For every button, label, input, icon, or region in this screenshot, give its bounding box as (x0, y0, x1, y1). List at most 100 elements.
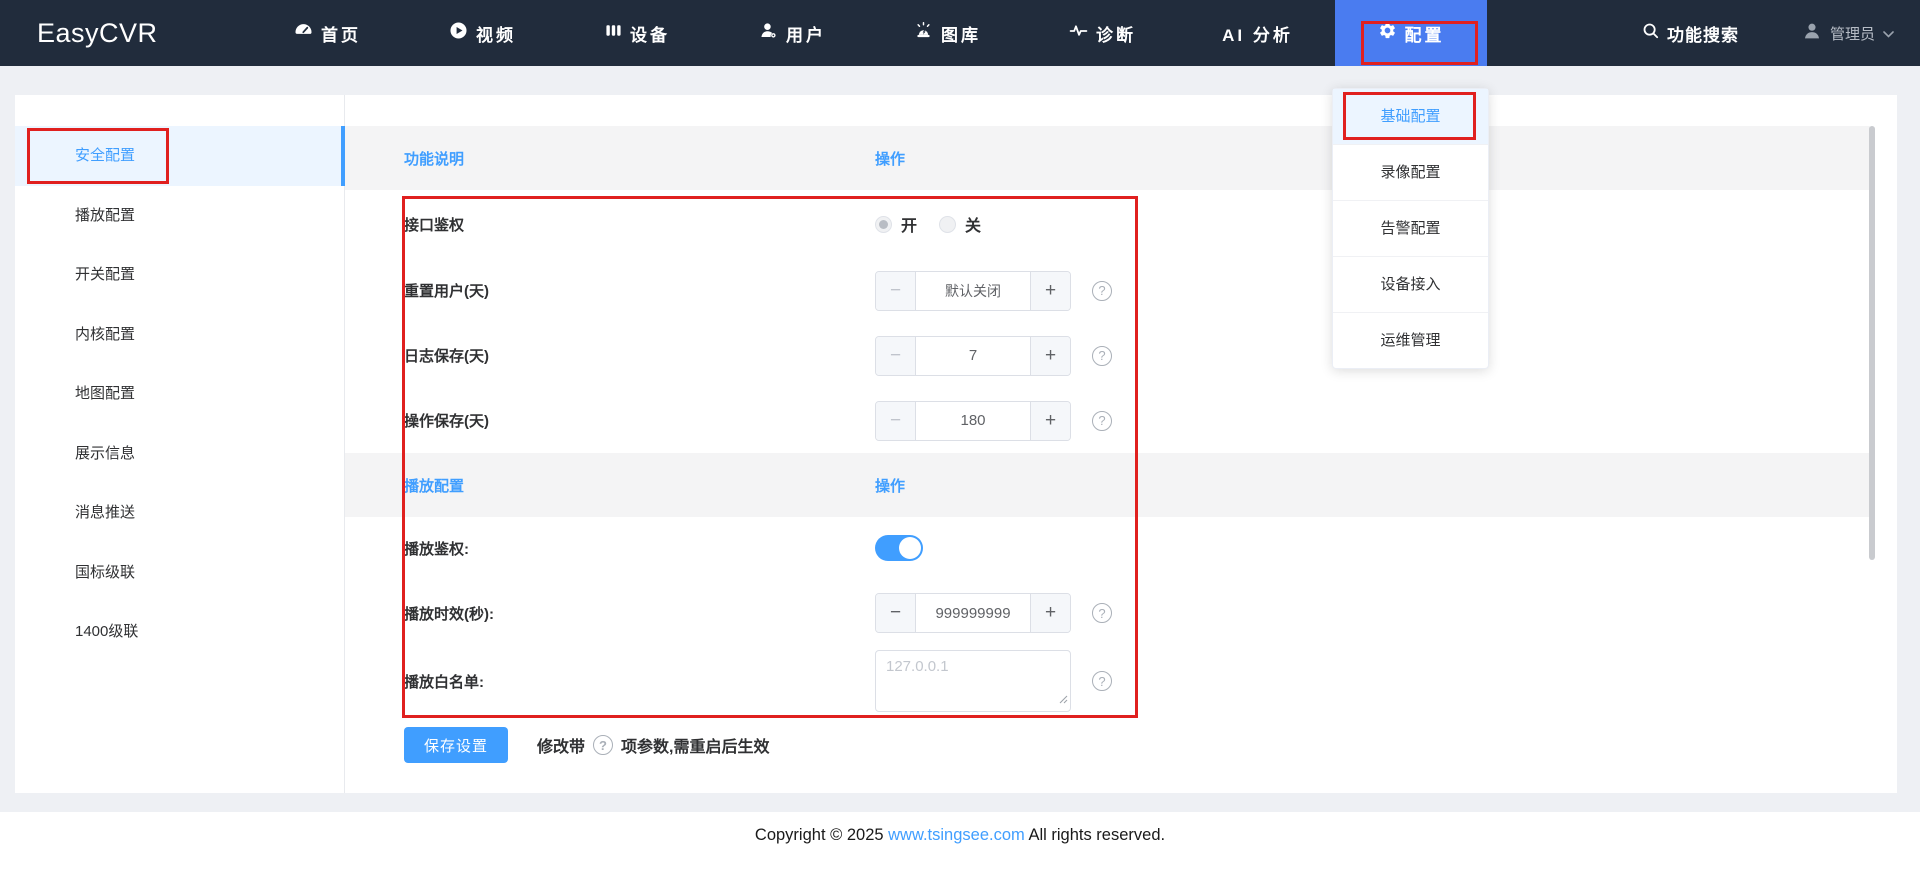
nav-item-label: 设备 (630, 25, 670, 45)
config-sidebar: 安全配置 播放配置 开关配置 内核配置 地图配置 展示信息 消息推送 国标级联 … (15, 95, 345, 793)
avatar-icon (1802, 21, 1822, 45)
row-playback-timeout: 播放时效(秒): − 999999999 + ? (345, 579, 1870, 647)
nav-item-device[interactable]: 设备 (560, 0, 715, 66)
stepper-value[interactable]: 默认关闭 (916, 272, 1030, 310)
textarea-placeholder: 127.0.0.1 (886, 658, 949, 675)
top-navbar: EasyCVR 首页 视频 设备 用户 图库 诊断 AI 分析 配置 功能搜索 … (0, 0, 1920, 66)
section-header-function: 功能说明 操作 (345, 126, 1870, 190)
save-row: 保存设置 修改带 ? 项参数,需重启后生效 (345, 727, 1870, 763)
operation-retention-stepper: − 180 + (875, 400, 1071, 441)
user-menu[interactable]: 管理员 (1802, 0, 1894, 66)
radio-off-circle[interactable] (939, 215, 957, 233)
sidebar-item-gb-cascade[interactable]: 国标级联 (15, 543, 344, 603)
vertical-scrollbar[interactable] (1869, 126, 1875, 560)
nav-item-config[interactable]: 配置 (1335, 0, 1487, 66)
dropdown-item-recording-config[interactable]: 录像配置 (1333, 145, 1488, 201)
user-label: 管理员 (1830, 25, 1876, 43)
help-icon[interactable]: ? (1092, 345, 1112, 366)
playback-auth-toggle[interactable] (875, 535, 923, 561)
tsingsee-link[interactable]: www.tsingsee.com (888, 826, 1025, 844)
sidebar-item-playback[interactable]: 播放配置 (15, 186, 344, 246)
config-card: 安全配置 播放配置 开关配置 内核配置 地图配置 展示信息 消息推送 国标级联 … (15, 95, 1897, 793)
stepper-value[interactable]: 180 (916, 402, 1030, 440)
save-settings-button[interactable]: 保存设置 (404, 727, 509, 763)
stepper-value[interactable]: 999999999 (916, 594, 1030, 632)
sidebar-item-display-info[interactable]: 展示信息 (15, 424, 344, 484)
help-icon[interactable]: ? (1092, 603, 1112, 623)
row-playback-whitelist: 播放白名单: 127.0.0.1 ? (345, 647, 1870, 715)
dropdown-item-basic-config[interactable]: 基础配置 (1333, 89, 1488, 145)
row-label: 日志保存(天) (404, 348, 489, 365)
decrease-button[interactable]: − (876, 594, 916, 632)
nav-item-home[interactable]: 首页 (250, 0, 405, 66)
nav-item-gallery[interactable]: 图库 (870, 0, 1025, 66)
sidebar-item-switches[interactable]: 开关配置 (15, 245, 344, 305)
sidebar-item-map[interactable]: 地图配置 (15, 364, 344, 424)
reset-user-stepper: − 默认关闭 + (875, 270, 1071, 311)
radio-on-circle[interactable] (875, 215, 892, 233)
column-header-playback: 播放配置 (404, 477, 465, 495)
help-icon[interactable]: ? (1092, 280, 1112, 301)
nav-item-video[interactable]: 视频 (405, 0, 560, 66)
nav-item-label: 图库 (941, 25, 981, 45)
toggle-knob (899, 537, 921, 559)
config-content: 功能说明 操作 接口鉴权 开 关 重置用户(天) − 默认关闭 + ? 日志保存… (345, 95, 1870, 763)
sidebar-item-1400-cascade[interactable]: 1400级联 (15, 602, 344, 662)
row-reset-user-days: 重置用户(天) − 默认关闭 + ? (345, 258, 1870, 323)
dropdown-item-alarm-config[interactable]: 告警配置 (1333, 201, 1488, 257)
dropdown-item-device-access[interactable]: 设备接入 (1333, 257, 1488, 313)
nav-item-label: 首页 (321, 25, 361, 45)
nav-item-label: AI 分析 (1222, 25, 1293, 45)
help-icon[interactable]: ? (1092, 671, 1112, 691)
function-search[interactable]: 功能搜索 (1642, 0, 1739, 66)
decrease-button[interactable]: − (876, 336, 916, 375)
gear-icon (1378, 21, 1397, 45)
row-label: 播放鉴权: (404, 540, 469, 558)
sidebar-item-message-push[interactable]: 消息推送 (15, 483, 344, 543)
dropdown-item-ops-management[interactable]: 运维管理 (1333, 313, 1488, 368)
restart-note: 修改带 ? 项参数,需重启后生效 (537, 733, 769, 757)
column-header-operation: 操作 (875, 477, 906, 495)
row-label: 操作保存(天) (404, 413, 489, 430)
video-icon (449, 21, 468, 45)
row-label: 播放时效(秒): (404, 605, 494, 623)
playback-whitelist-textarea[interactable]: 127.0.0.1 (875, 650, 1071, 712)
row-operation-retention-days: 操作保存(天) − 180 + ? (345, 388, 1870, 453)
resize-handle-icon[interactable] (1059, 691, 1068, 709)
help-icon[interactable]: ? (593, 735, 614, 755)
stepper-value[interactable]: 7 (916, 337, 1030, 375)
increase-button[interactable]: + (1030, 594, 1070, 632)
search-icon (1642, 22, 1660, 45)
easycvr-config-page: EasyCVR 首页 视频 设备 用户 图库 诊断 AI 分析 配置 功能搜索 … (0, 0, 1920, 869)
increase-button[interactable]: + (1030, 271, 1070, 310)
column-header-description: 功能说明 (404, 150, 465, 168)
user-icon (759, 21, 778, 45)
nav-item-user[interactable]: 用户 (715, 0, 870, 66)
nav-item-ai-analysis[interactable]: AI 分析 (1180, 0, 1335, 66)
help-icon[interactable]: ? (1092, 410, 1112, 431)
device-icon (605, 22, 622, 44)
column-header-operation: 操作 (875, 150, 906, 168)
row-log-retention-days: 日志保存(天) − 7 + ? (345, 323, 1870, 388)
chevron-down-icon (1883, 25, 1894, 42)
copyright-text: Copyright © 2025 www.tsingsee.com All ri… (754, 826, 1166, 844)
increase-button[interactable]: + (1030, 336, 1070, 375)
radio-on[interactable]: 开 (875, 212, 917, 236)
nav-item-label: 诊断 (1096, 25, 1136, 45)
nav-item-label: 配置 (1404, 25, 1445, 45)
radio-off[interactable]: 关 (939, 212, 981, 236)
row-api-auth: 接口鉴权 开 关 (345, 190, 1870, 258)
log-retention-stepper: − 7 + (875, 335, 1071, 376)
brand-logo[interactable]: EasyCVR (37, 0, 158, 66)
nav-item-label: 用户 (786, 25, 826, 45)
sidebar-item-security[interactable]: 安全配置 (15, 126, 345, 186)
decrease-button[interactable]: − (876, 271, 916, 310)
sidebar-item-kernel[interactable]: 内核配置 (15, 305, 344, 365)
row-playback-auth: 播放鉴权: (345, 517, 1870, 579)
row-label: 重置用户(天) (404, 283, 489, 300)
section-header-playback: 播放配置 操作 (345, 453, 1870, 517)
increase-button[interactable]: + (1030, 401, 1070, 440)
nav-item-diagnosis[interactable]: 诊断 (1025, 0, 1180, 66)
page-footer: Copyright © 2025 www.tsingsee.com All ri… (0, 812, 1920, 869)
decrease-button[interactable]: − (876, 401, 916, 440)
